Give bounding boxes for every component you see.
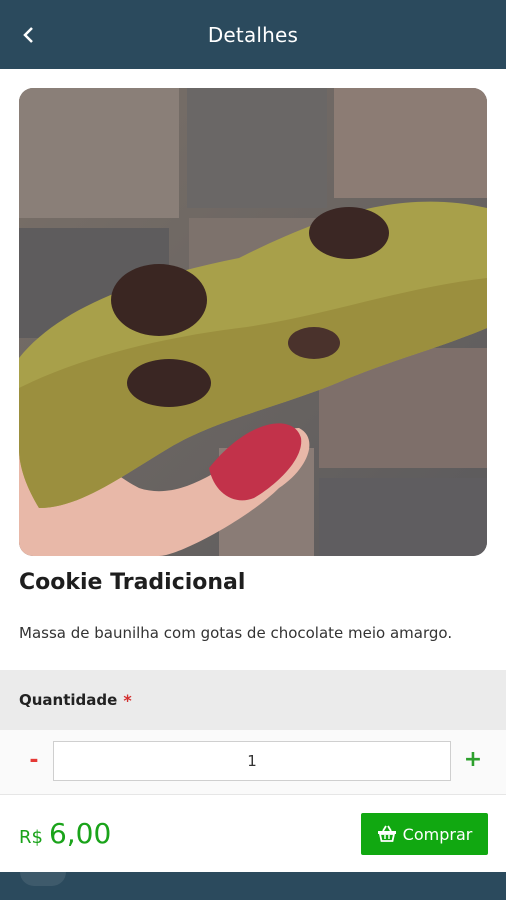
nav-handle: [20, 872, 66, 886]
page-title: Detalhes: [207, 22, 299, 47]
quantity-label: Quantidade: [19, 691, 118, 709]
price-currency: R$: [19, 827, 43, 848]
decrease-quantity-button[interactable]: -: [22, 746, 46, 776]
quantity-stepper: - +: [0, 730, 506, 794]
buy-button[interactable]: Comprar: [361, 813, 488, 855]
app-header: Detalhes: [0, 0, 506, 69]
increase-quantity-button[interactable]: +: [461, 745, 485, 775]
product-name: Cookie Tradicional: [19, 570, 246, 595]
price: R$ 6,00: [19, 817, 111, 850]
quantity-section-header: Quantidade *: [0, 670, 506, 730]
basket-icon: [377, 825, 396, 842]
required-indicator: *: [123, 690, 132, 710]
product-description: Massa de baunilha com gotas de chocolate…: [19, 624, 453, 642]
chevron-left-icon: [23, 27, 33, 43]
quantity-field[interactable]: [53, 741, 451, 781]
purchase-footer: R$ 6,00 Comprar: [0, 794, 506, 873]
product-image: [19, 88, 487, 556]
system-navigation-bar: [0, 872, 506, 900]
price-amount: 6,00: [48, 817, 112, 850]
back-button[interactable]: [14, 20, 44, 50]
buy-button-label: Comprar: [402, 824, 473, 844]
